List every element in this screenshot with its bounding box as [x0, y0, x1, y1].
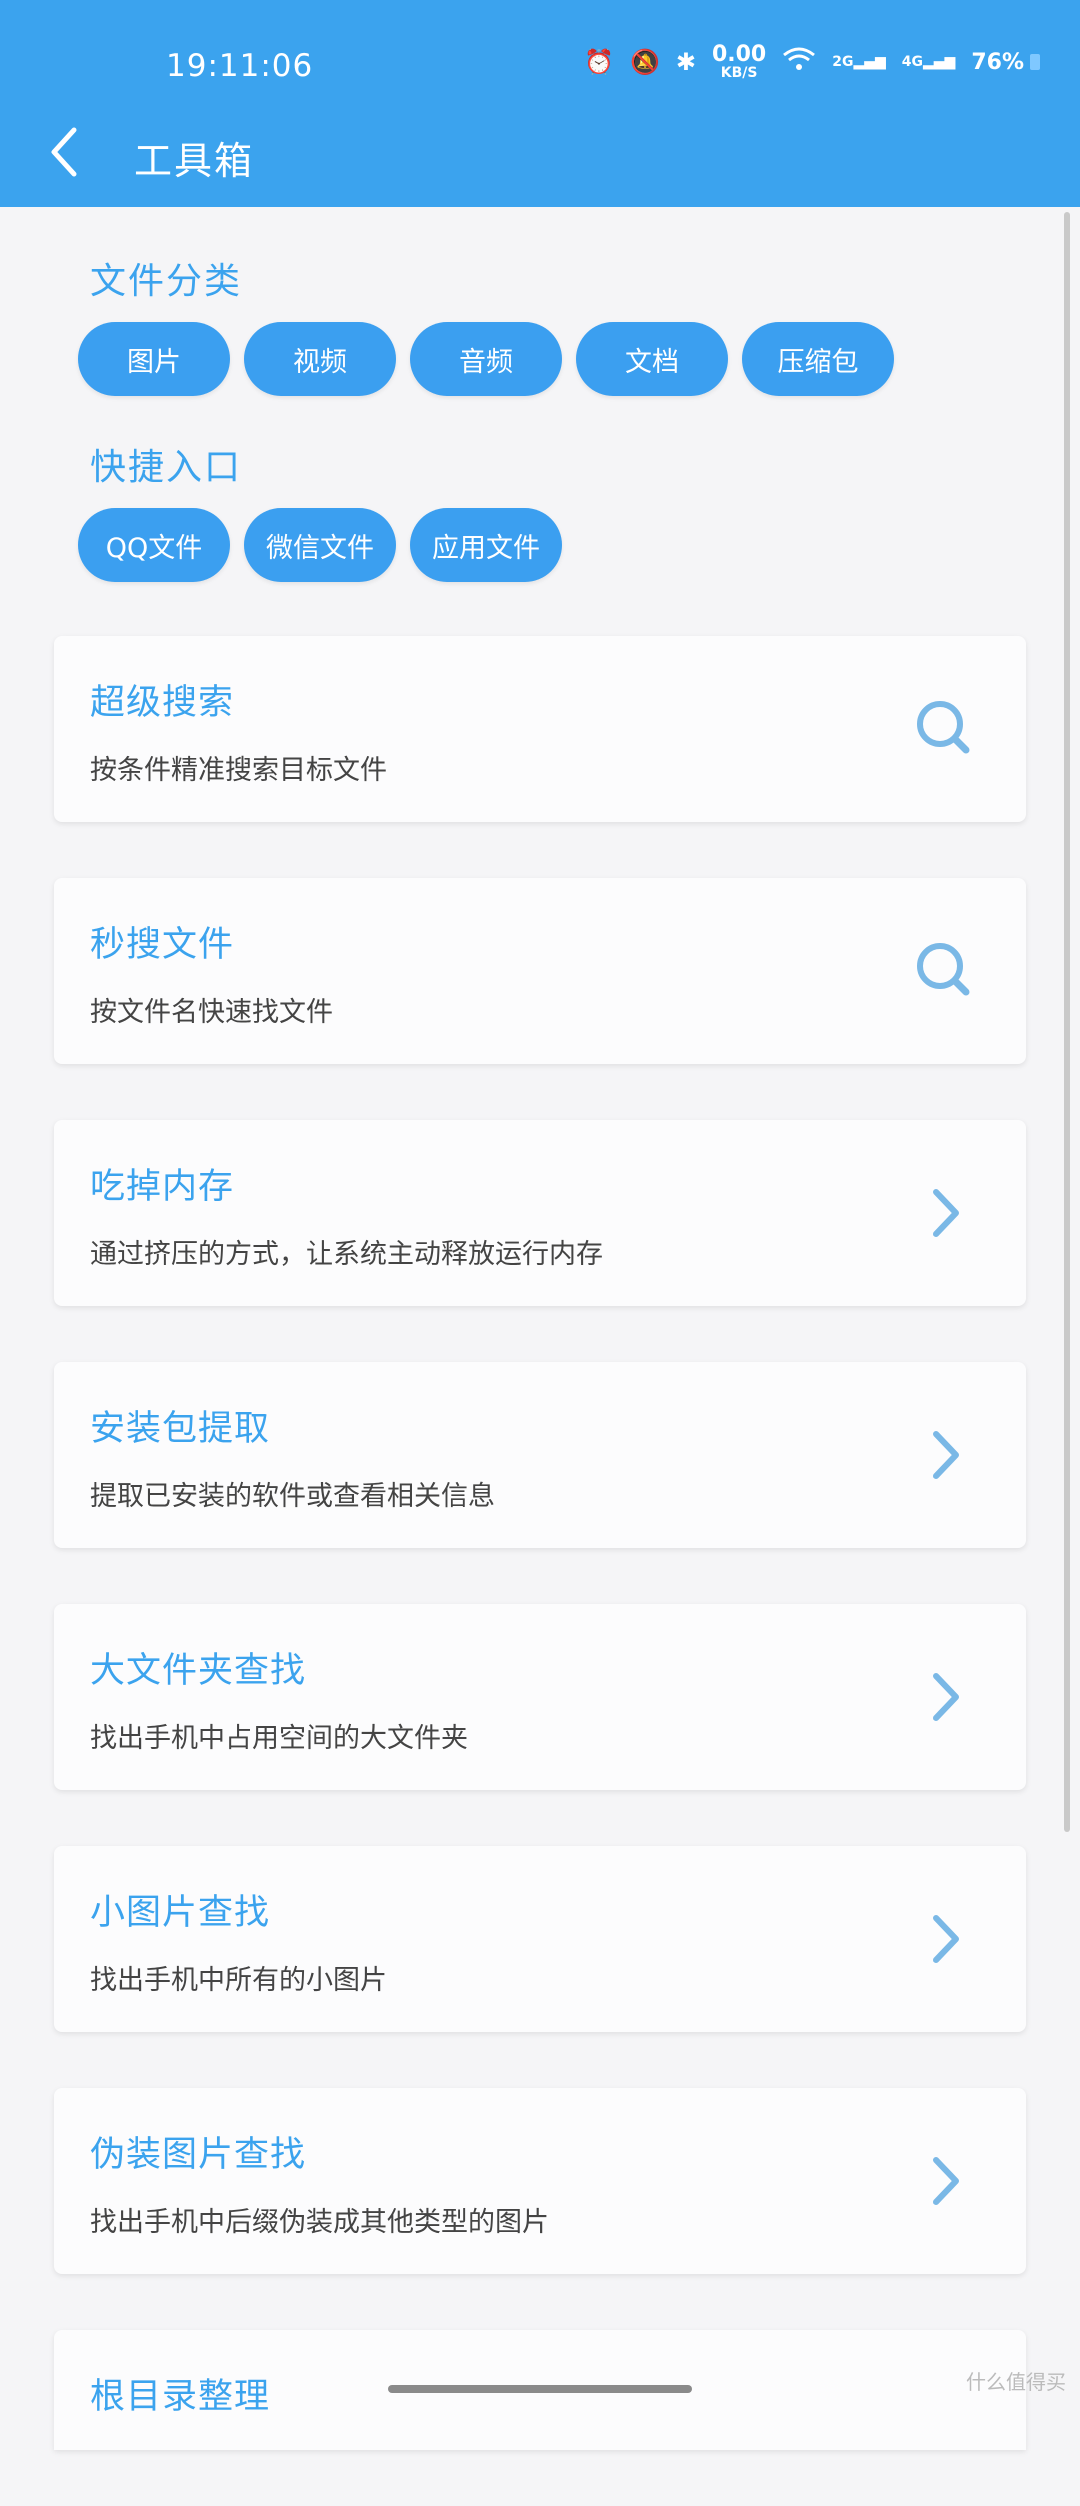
scrollbar[interactable]	[1064, 212, 1070, 1832]
chip-archives[interactable]: 压缩包	[742, 322, 894, 396]
chevron-right-icon	[933, 1673, 959, 1721]
status-icons: ⏰ 🔕 ✱ 0.00 KB/S 2G▂▄▆ 4G▂▄▆ 76%	[584, 44, 1040, 80]
tool-card-apk-extract[interactable]: 安装包提取 提取已安装的软件或查看相关信息	[54, 1362, 1026, 1548]
search-icon	[917, 943, 970, 996]
tool-title: 根目录整理	[90, 2377, 271, 2417]
chip-qq-files[interactable]: QQ文件	[78, 508, 230, 582]
signal-2g-icon: 2G▂▄▆	[832, 54, 886, 70]
tool-desc: 通过挤压的方式，让系统主动释放运行内存	[90, 1239, 603, 1270]
tool-title: 大文件夹查找	[90, 1651, 307, 1691]
quick-entry-chips: QQ文件 微信文件 应用文件	[78, 508, 562, 582]
chip-videos[interactable]: 视频	[244, 322, 396, 396]
chevron-right-icon	[933, 1431, 959, 1479]
tool-desc: 找出手机中占用空间的大文件夹	[90, 1723, 468, 1754]
chip-wechat-files[interactable]: 微信文件	[244, 508, 396, 582]
tool-title: 超级搜索	[90, 683, 235, 723]
file-category-chips: 图片 视频 音频 文档 压缩包	[78, 322, 894, 396]
wifi-icon	[782, 46, 816, 78]
bluetooth-icon: ✱	[675, 48, 696, 76]
tool-desc: 按条件精准搜索目标文件	[90, 755, 387, 786]
tool-title: 吃掉内存	[90, 1167, 235, 1207]
alarm-icon: ⏰	[584, 48, 614, 76]
tool-desc: 按文件名快速找文件	[90, 997, 333, 1028]
search-icon	[917, 701, 970, 754]
battery-indicator: 76%	[971, 50, 1040, 75]
tool-card-quick-search[interactable]: 秒搜文件 按文件名快速找文件	[54, 878, 1026, 1064]
tool-title: 秒搜文件	[90, 925, 235, 965]
tool-list: 超级搜索 按条件精准搜索目标文件 秒搜文件 按文件名快速找文件 吃掉内存 通过挤…	[54, 636, 1026, 2506]
battery-icon	[1030, 54, 1040, 70]
tool-title: 伪装图片查找	[90, 2135, 307, 2175]
quick-entry-title: 快捷入口	[90, 447, 243, 488]
tool-card-large-folder-finder[interactable]: 大文件夹查找 找出手机中占用空间的大文件夹	[54, 1604, 1026, 1790]
status-time: 19:11:06	[166, 48, 314, 84]
chip-audio[interactable]: 音频	[410, 322, 562, 396]
chevron-right-icon	[933, 2157, 959, 2205]
bell-off-icon: 🔕	[629, 48, 660, 76]
watermark: 什么值得买	[966, 2370, 1066, 2394]
app-bar: 19:11:06 ⏰ 🔕 ✱ 0.00 KB/S 2G▂▄▆ 4G▂▄▆ 76%…	[0, 0, 1080, 207]
page-title: 工具箱	[134, 139, 255, 183]
tool-card-super-search[interactable]: 超级搜索 按条件精准搜索目标文件	[54, 636, 1026, 822]
tool-title: 小图片查找	[90, 1893, 271, 1933]
home-indicator[interactable]	[388, 2385, 692, 2393]
tool-title: 安装包提取	[90, 1409, 271, 1449]
tool-card-small-image-finder[interactable]: 小图片查找 找出手机中所有的小图片	[54, 1846, 1026, 2032]
signal-4g-icon: 4G▂▄▆	[901, 54, 956, 70]
file-categories-title: 文件分类	[90, 261, 243, 302]
tool-card-eat-memory[interactable]: 吃掉内存 通过挤压的方式，让系统主动释放运行内存	[54, 1120, 1026, 1306]
tool-desc: 提取已安装的软件或查看相关信息	[90, 1481, 495, 1512]
tool-desc: 找出手机中所有的小图片	[90, 1965, 387, 1996]
chevron-right-icon	[933, 1189, 959, 1237]
net-speed: 0.00 KB/S	[711, 42, 767, 81]
tool-desc: 找出手机中后缀伪装成其他类型的图片	[90, 2207, 549, 2238]
chip-app-files[interactable]: 应用文件	[410, 508, 562, 582]
back-arrow-icon	[51, 127, 77, 177]
chip-documents[interactable]: 文档	[576, 322, 728, 396]
back-button[interactable]	[40, 122, 90, 182]
tool-card-disguised-image-finder[interactable]: 伪装图片查找 找出手机中后缀伪装成其他类型的图片	[54, 2088, 1026, 2274]
chip-images[interactable]: 图片	[78, 322, 230, 396]
chevron-right-icon	[933, 1915, 959, 1963]
